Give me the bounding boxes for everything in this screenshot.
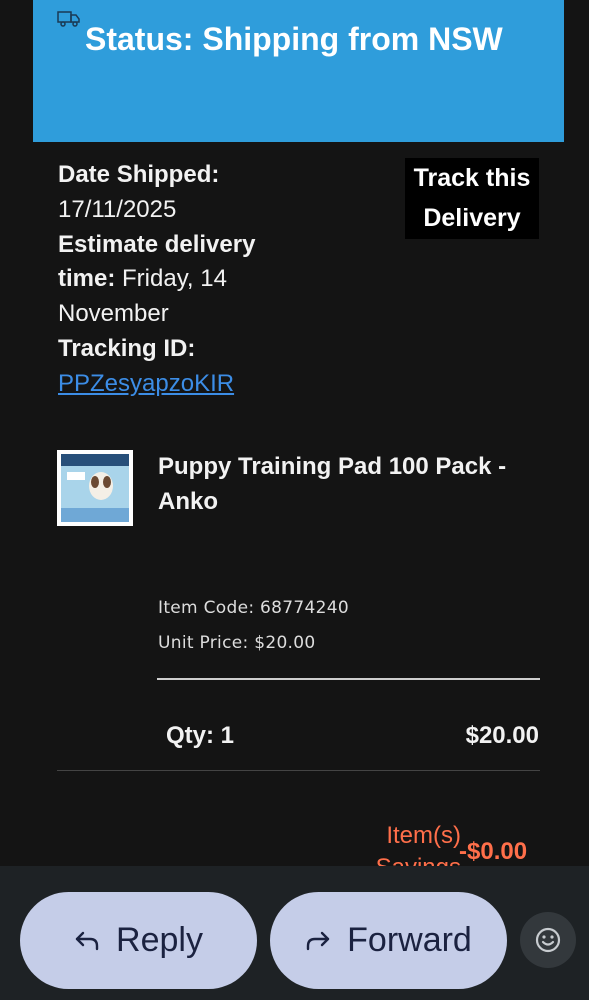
date-shipped-label: Date Shipped:: [58, 161, 220, 188]
status-banner: Status: Shipping from NSW: [33, 0, 564, 142]
date-shipped-value: 17/11/2025: [58, 195, 177, 223]
savings-value: -$0.00: [459, 838, 528, 865]
reply-button[interactable]: Reply: [20, 892, 257, 989]
forward-icon: [306, 931, 330, 950]
product-name[interactable]: Puppy Training Pad 100 Pack - Anko: [158, 449, 548, 519]
tracking-label: Tracking ID:: [58, 334, 196, 362]
savings-label: Item(s) Savings: [376, 822, 461, 866]
divider: [157, 678, 540, 680]
reply-icon: [75, 931, 99, 950]
track-delivery-button[interactable]: Track this Delivery: [405, 158, 539, 239]
tracking-id-link[interactable]: PPZesyapzoKIR: [58, 370, 234, 397]
line-total: $20.00: [465, 722, 539, 749]
status-title: Status: Shipping from NSW: [85, 21, 503, 57]
product-image: [61, 454, 129, 522]
quantity: Qty: 1: [166, 722, 235, 749]
smiley-icon: [535, 927, 561, 953]
item-code: Item Code: 68774240: [158, 598, 349, 618]
divider: [57, 770, 540, 771]
product-thumbnail[interactable]: [57, 450, 133, 526]
forward-button[interactable]: Forward: [270, 892, 507, 989]
emoji-reaction-button[interactable]: [520, 912, 576, 968]
unit-price: Unit Price: $20.00: [158, 633, 316, 653]
truck-icon: [57, 11, 80, 27]
forward-label: Forward: [347, 921, 472, 959]
email-body: Status: Shipping from NSW Date Shipped: …: [33, 0, 564, 866]
reply-label: Reply: [116, 921, 203, 959]
shipment-info: Date Shipped: 17/11/2025 Estimate delive…: [58, 158, 318, 402]
